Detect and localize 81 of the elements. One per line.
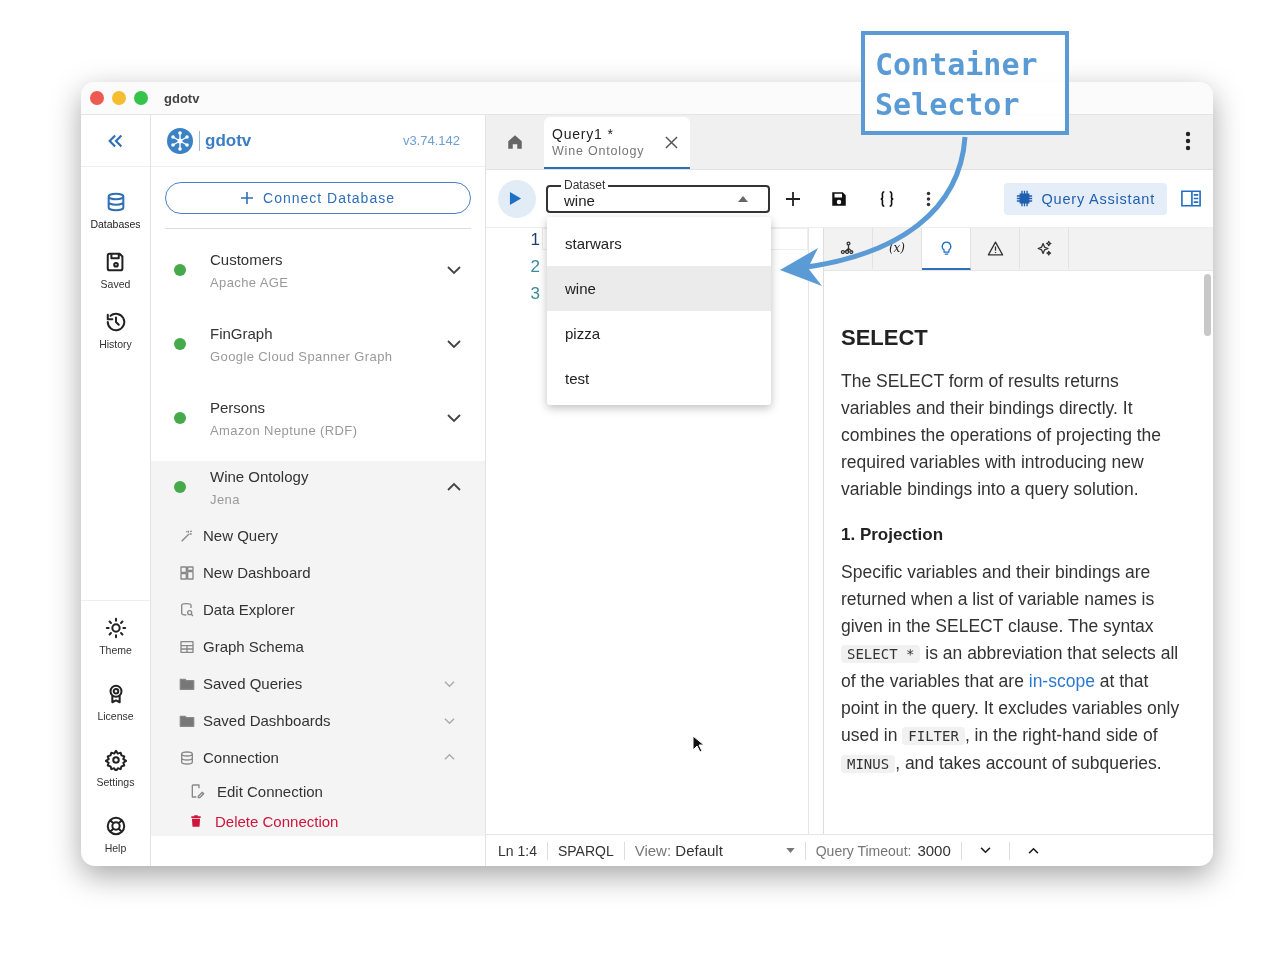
side-panel-icon[interactable] bbox=[1181, 190, 1201, 207]
section-heading: 1. Projection bbox=[841, 525, 945, 545]
language-label: SPARQL bbox=[557, 842, 614, 859]
menu-item[interactable]: New Query bbox=[151, 517, 485, 554]
rail-item[interactable]: License bbox=[81, 683, 150, 722]
database-entry[interactable]: Persons Amazon Neptune (RDF) bbox=[151, 381, 485, 455]
warning-icon bbox=[986, 239, 1004, 257]
database-icon bbox=[179, 749, 195, 766]
cursor-icon bbox=[692, 735, 704, 753]
window-title: gdotv bbox=[164, 90, 200, 106]
sparkle-icon bbox=[1035, 239, 1053, 257]
lifebuoy-icon bbox=[104, 815, 127, 837]
chevron-down-icon[interactable] bbox=[979, 847, 991, 854]
rail-item[interactable]: Saved bbox=[81, 251, 150, 290]
menu-item[interactable]: New Dashboard bbox=[151, 554, 485, 591]
menu-item[interactable]: Data Explorer bbox=[151, 591, 485, 628]
close-icon[interactable] bbox=[665, 135, 678, 149]
rail-item[interactable]: Theme bbox=[81, 617, 150, 656]
rail-item[interactable]: Settings bbox=[81, 749, 150, 788]
database-entry[interactable]: Customers Apache AGE bbox=[151, 233, 485, 307]
dataset-option[interactable]: wine bbox=[547, 266, 771, 311]
query-tab[interactable]: Query1 * Wine Ontology bbox=[544, 117, 690, 169]
cursor-position: Ln 1:4 bbox=[498, 842, 537, 859]
database-search-icon bbox=[179, 601, 195, 618]
more-icon[interactable] bbox=[926, 190, 931, 207]
doc-heading: SELECT bbox=[841, 325, 929, 351]
doc-paragraph: The SELECT form of results returns variables and their bindings directly. It combines the operations of projecting the required variables with introducing new variable bindings into a query solution. bbox=[841, 370, 1163, 501]
line-number: 2 bbox=[530, 256, 541, 278]
wand-icon bbox=[179, 527, 195, 544]
database-entry[interactable]: Wine Ontology Jena bbox=[151, 461, 485, 513]
version-label: v3.74.142 bbox=[402, 133, 460, 148]
plus-icon bbox=[241, 192, 253, 204]
connect-database-button[interactable]: Connect Database bbox=[165, 182, 471, 214]
run-button[interactable] bbox=[498, 179, 536, 218]
menu-item[interactable]: Connection bbox=[151, 739, 485, 776]
caret-icon bbox=[785, 848, 795, 853]
rail-item[interactable]: History bbox=[81, 311, 150, 350]
edit-icon bbox=[189, 783, 205, 799]
menu-item[interactable]: Saved Dashboards bbox=[151, 702, 485, 739]
line-number: 3 bbox=[530, 283, 541, 305]
caret-icon bbox=[738, 195, 748, 202]
chevron-down-icon bbox=[447, 411, 461, 425]
table-icon bbox=[179, 638, 195, 655]
in-scope-link[interactable]: in-scope bbox=[1028, 671, 1095, 691]
sun-icon bbox=[104, 617, 127, 639]
query-assistant-button[interactable]: Query Assistant bbox=[1004, 182, 1167, 215]
braces-icon[interactable] bbox=[878, 189, 896, 208]
timeout-field[interactable]: 3000 bbox=[917, 842, 951, 859]
line-number: 1 bbox=[530, 229, 541, 251]
play-icon bbox=[509, 191, 522, 206]
database-entry[interactable]: FinGraph Google Cloud Spanner Graph bbox=[151, 307, 485, 381]
chevron-down-icon bbox=[447, 337, 461, 351]
chip-icon bbox=[1016, 190, 1034, 207]
logo-icon bbox=[167, 127, 193, 154]
trash-icon bbox=[189, 813, 203, 829]
menu-item[interactable]: Delete Connection bbox=[151, 806, 485, 836]
home-icon bbox=[506, 133, 524, 151]
view-select[interactable]: View: Default bbox=[634, 842, 795, 859]
save-icon[interactable] bbox=[830, 189, 848, 208]
timeout-label: Query Timeout: bbox=[815, 842, 912, 859]
callout-label: Container Selector bbox=[861, 31, 1069, 135]
more-icon[interactable] bbox=[1185, 131, 1191, 151]
scrollbar[interactable] bbox=[1204, 274, 1211, 336]
dataset-option[interactable]: test bbox=[547, 356, 771, 401]
settings-icon bbox=[104, 749, 127, 771]
rail-item[interactable]: Databases bbox=[81, 191, 150, 230]
dataset-option[interactable]: pizza bbox=[547, 311, 771, 356]
menu-item[interactable]: Edit Connection bbox=[151, 776, 485, 806]
chevron-down-icon bbox=[447, 263, 461, 277]
chevron-up-icon[interactable] bbox=[1027, 847, 1039, 854]
history-icon bbox=[104, 311, 127, 333]
plus-icon[interactable] bbox=[786, 191, 800, 206]
dashboard-icon bbox=[179, 564, 195, 581]
panel-tab[interactable] bbox=[922, 228, 971, 270]
brand-name: gdotv bbox=[199, 130, 252, 151]
menu-item[interactable]: Saved Queries bbox=[151, 665, 485, 702]
doc-paragraph: Specific variables and their bindings are returned when a list of variable names is given in the SELECT clause. The syntax SELECT * is an abbreviation that selects all of the variables that are in-scope at that point in the query. It excludes variables only used in FILTER , in the right-hand side of MINUS , and takes account of subqueries. bbox=[841, 561, 1181, 775]
rail-item[interactable]: Help bbox=[81, 815, 150, 854]
menu-item[interactable]: Graph Schema bbox=[151, 628, 485, 665]
dataset-option[interactable]: starwars bbox=[547, 221, 771, 266]
close-window-button[interactable] bbox=[90, 91, 104, 105]
